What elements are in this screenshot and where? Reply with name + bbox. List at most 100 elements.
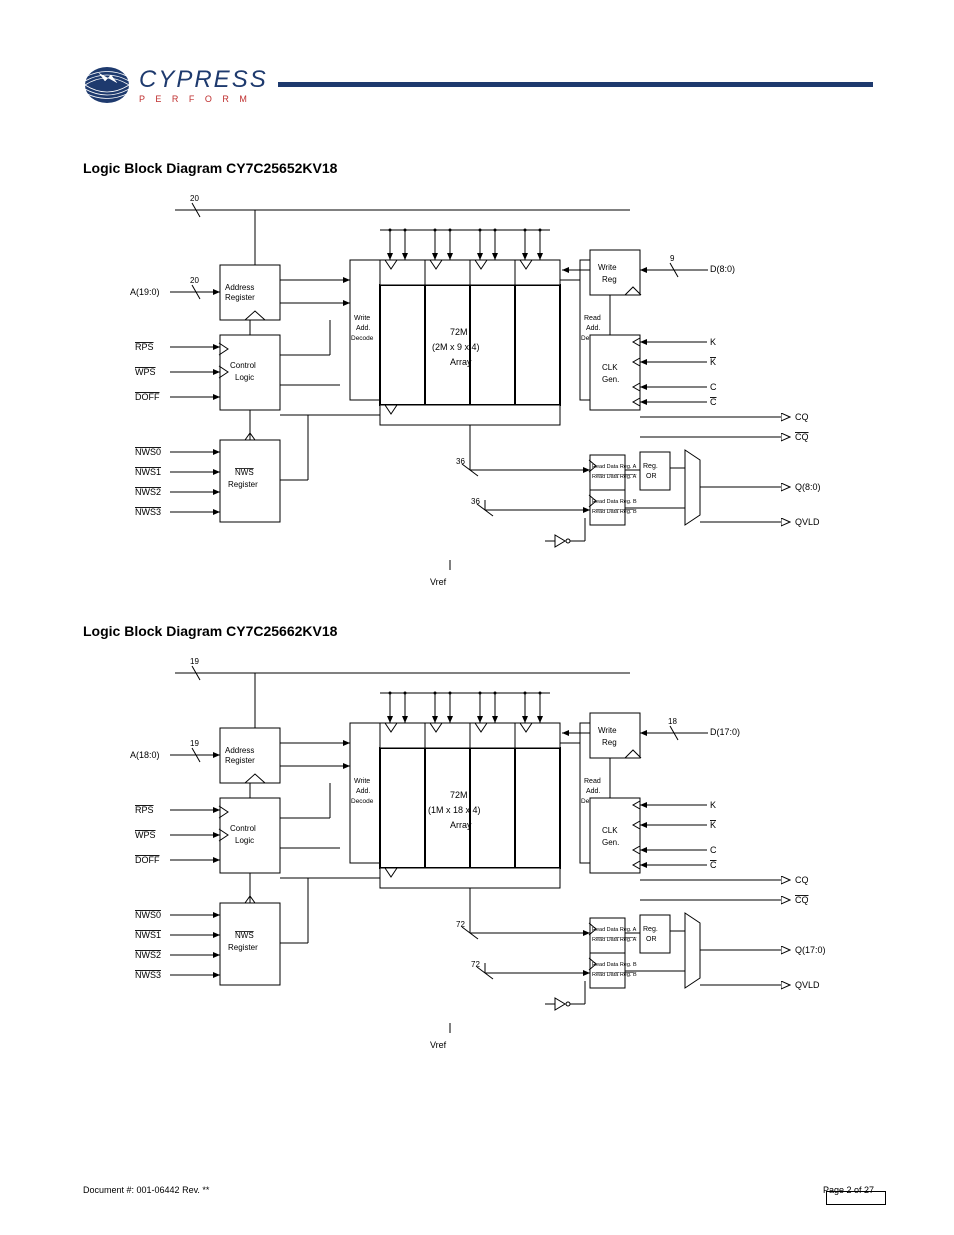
svg-text:OR: OR [646, 936, 657, 943]
header-rule [278, 82, 873, 87]
label-doff2: DOFF [135, 855, 160, 865]
label-nws2-2: NWS2 [135, 950, 161, 960]
read-reg-bbar: Read Data Reg. B [592, 509, 637, 515]
svg-text:Read Data Reg. B: Read Data Reg. B [592, 962, 637, 968]
read-dec-1: Read [584, 315, 601, 322]
label-addr-bits: 20 [190, 276, 199, 285]
svg-text:Read: Read [584, 778, 601, 785]
svg-text:Logic: Logic [235, 836, 254, 845]
label-nws0-2: NWS0 [135, 910, 161, 920]
write-reg-block-2 [590, 713, 640, 758]
svg-text:72M: 72M [450, 790, 468, 800]
block-diagram-2: A(18:0) 19 Address Register 19 RPS WPS D… [130, 653, 830, 1063]
write-dec-2: Add. [356, 325, 370, 332]
svg-text:Read Data Reg. A: Read Data Reg. A [592, 927, 637, 933]
label-doff: DOFF [135, 392, 160, 402]
clk-text2: Gen. [602, 375, 619, 384]
label-nws1-2: NWS1 [135, 930, 161, 940]
label-36a: 36 [456, 457, 465, 466]
svg-text:K: K [710, 800, 716, 810]
label-d: D(8:0) [710, 264, 735, 274]
label-cqbar: CQ [795, 432, 809, 442]
label-rps: RPS [135, 342, 154, 352]
clk-gen-block [590, 335, 640, 410]
write-reg-text2: Reg [602, 275, 617, 284]
svg-text:19: 19 [190, 657, 199, 666]
label-nws3: NWS3 [135, 507, 161, 517]
svg-text:Add.: Add. [356, 788, 370, 795]
reg-or-block [640, 452, 670, 490]
output-mux-2 [685, 913, 700, 988]
label-qvld: QVLD [795, 517, 820, 527]
logo-name: CYPRESS [139, 66, 268, 94]
globe-icon [83, 61, 131, 109]
inverter-icon [555, 535, 565, 547]
mem-text2: (2M x 9 x 4) [432, 342, 480, 352]
svg-text:NWS: NWS [235, 931, 254, 940]
reg-or-text2: OR [646, 473, 657, 480]
svg-text:Decode: Decode [351, 798, 374, 805]
lower-reg-2 [380, 868, 560, 888]
read-reg-b: Read Data Reg. B [592, 499, 637, 505]
footer-box [826, 1191, 886, 1205]
read-reg-abar: Read Data Reg. A [592, 474, 637, 480]
label-nws0: NWS0 [135, 447, 161, 457]
label-cbar: C [710, 397, 717, 407]
label-top-bits: 20 [190, 194, 199, 203]
label-kbar: K [710, 357, 716, 367]
svg-text:Gen.: Gen. [602, 838, 619, 847]
label-nws2: NWS2 [135, 487, 161, 497]
footer-doc: Document #: 001-06442 Rev. ** [83, 1185, 209, 1195]
label-d2: D(17:0) [710, 727, 740, 737]
svg-text:Read Data Reg. B: Read Data Reg. B [592, 972, 637, 978]
svg-text:Control: Control [230, 824, 256, 833]
svg-text:Reg.: Reg. [643, 926, 658, 933]
nws-text1: NWS [235, 468, 254, 477]
label-q2: Q(17:0) [795, 945, 826, 955]
label-cq: CQ [795, 412, 809, 422]
read-dec-2: Add. [586, 325, 600, 332]
svg-text:C: C [710, 845, 717, 855]
svg-text:72: 72 [456, 920, 465, 929]
svg-text:Read Data Reg. A: Read Data Reg. A [592, 937, 637, 943]
nws-text2: Register [228, 480, 258, 489]
svg-text:Write: Write [598, 726, 617, 735]
svg-text:Reg: Reg [602, 738, 617, 747]
label-36b: 36 [471, 497, 480, 506]
svg-text:Register: Register [225, 756, 255, 765]
section1-title: Logic Block Diagram CY7C25652KV18 [83, 160, 337, 176]
svg-text:Write: Write [354, 778, 370, 785]
write-dec-1: Write [354, 315, 370, 322]
svg-text:CLK: CLK [602, 826, 618, 835]
svg-text:Add.: Add. [586, 788, 600, 795]
lower-reg [380, 405, 560, 425]
logo: CYPRESS P E R F O R M [83, 61, 268, 109]
label-a: A(19:0) [130, 287, 160, 297]
write-reg-text1: Write [598, 263, 617, 272]
svg-text:Register: Register [228, 943, 258, 952]
svg-text:72: 72 [471, 960, 480, 969]
clk-text1: CLK [602, 363, 618, 372]
svg-text:C: C [710, 860, 717, 870]
read-reg-a: Read Data Reg. A [592, 464, 637, 470]
svg-text:K: K [710, 820, 716, 830]
svg-text:Address: Address [225, 746, 254, 755]
reg-or-text: Reg. [643, 463, 658, 470]
label-nws3-2: NWS3 [135, 970, 161, 980]
svg-text:(1M x 18 x 4): (1M x 18 x 4) [428, 805, 481, 815]
write-reg-block [590, 250, 640, 295]
mem-text1: 72M [450, 327, 468, 337]
addr-reg-text: Address [225, 283, 254, 292]
label-vref: Vref [430, 577, 447, 587]
svg-text:CQ: CQ [795, 875, 809, 885]
section2-title: Logic Block Diagram CY7C25662KV18 [83, 623, 337, 639]
mem-text3: Array [450, 357, 472, 367]
page-header: CYPRESS P E R F O R M [83, 47, 873, 122]
svg-text:CQ: CQ [795, 895, 809, 905]
label-addr-bits2: 19 [190, 739, 199, 748]
label-nws1: NWS1 [135, 467, 161, 477]
label-rps2: RPS [135, 805, 154, 815]
label-wps: WPS [135, 367, 156, 377]
inverter-icon-2 [555, 998, 565, 1010]
output-mux [685, 450, 700, 525]
